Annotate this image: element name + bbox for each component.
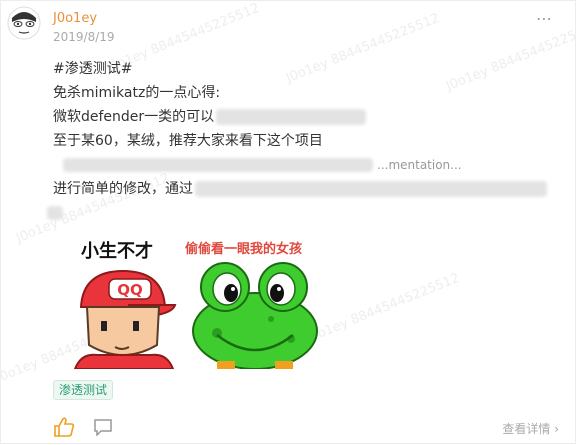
link-tail[interactable]: ...mentation... [377,158,462,172]
redacted-link [63,158,373,172]
view-details-link[interactable]: 查看详情 › [502,420,559,437]
post-line: 微软defender一类的可以 [53,105,563,129]
comment-icon[interactable] [93,418,113,440]
post-line-text: 微软defender一类的可以 [53,109,215,125]
post-card: J0o1ey 88445445225512 J0o1ey 88445445225… [0,0,576,444]
frog-caption: 偷偷看一眼我的女孩 [185,241,302,257]
boy-sticker: 小生不才 QQ [73,240,177,370]
boy-caption: 小生不才 [81,240,153,262]
avatar[interactable] [7,6,41,40]
cap-text: QQ [117,281,143,299]
chevron-right-icon: › [554,422,559,436]
post-line-text: 进行简单的修改，通过 [53,181,193,197]
post-line: 进行简单的修改，通过 [53,177,563,201]
post-line: 免杀mimikatz的一点心得: [53,85,221,101]
frog-sticker: 偷偷看一眼我的女孩 [185,241,318,370]
post-line: ...mentation... [53,153,563,177]
redacted-text [47,206,63,220]
post-line [47,201,563,225]
view-details-label: 查看详情 [502,422,551,436]
post-hashtag[interactable]: #渗透测试# [53,57,563,81]
post-date: 2019/8/19 [53,30,115,44]
more-options-icon[interactable]: ⋯ [536,9,553,28]
post-line: 至于某60，某绒，推荐大家来看下这个项目 [53,133,323,149]
redacted-text [195,181,547,197]
topic-tag[interactable]: 渗透测试 [53,380,114,400]
author-name[interactable]: J0o1ey [53,11,97,26]
sticker-images[interactable]: 小生不才 QQ 偷偷看一眼我的女孩 [67,235,327,370]
like-icon[interactable] [53,417,75,441]
post-content: #渗透测试# 免杀mimikatz的一点心得: 微软defender一类的可以 … [47,57,563,225]
redacted-text [216,109,367,125]
watermark: J0o1ey 88445445225512 [304,270,462,347]
stickers-svg: 小生不才 QQ 偷偷看一眼我的女孩 [73,240,318,370]
action-bar: 查看详情 › [1,411,576,445]
